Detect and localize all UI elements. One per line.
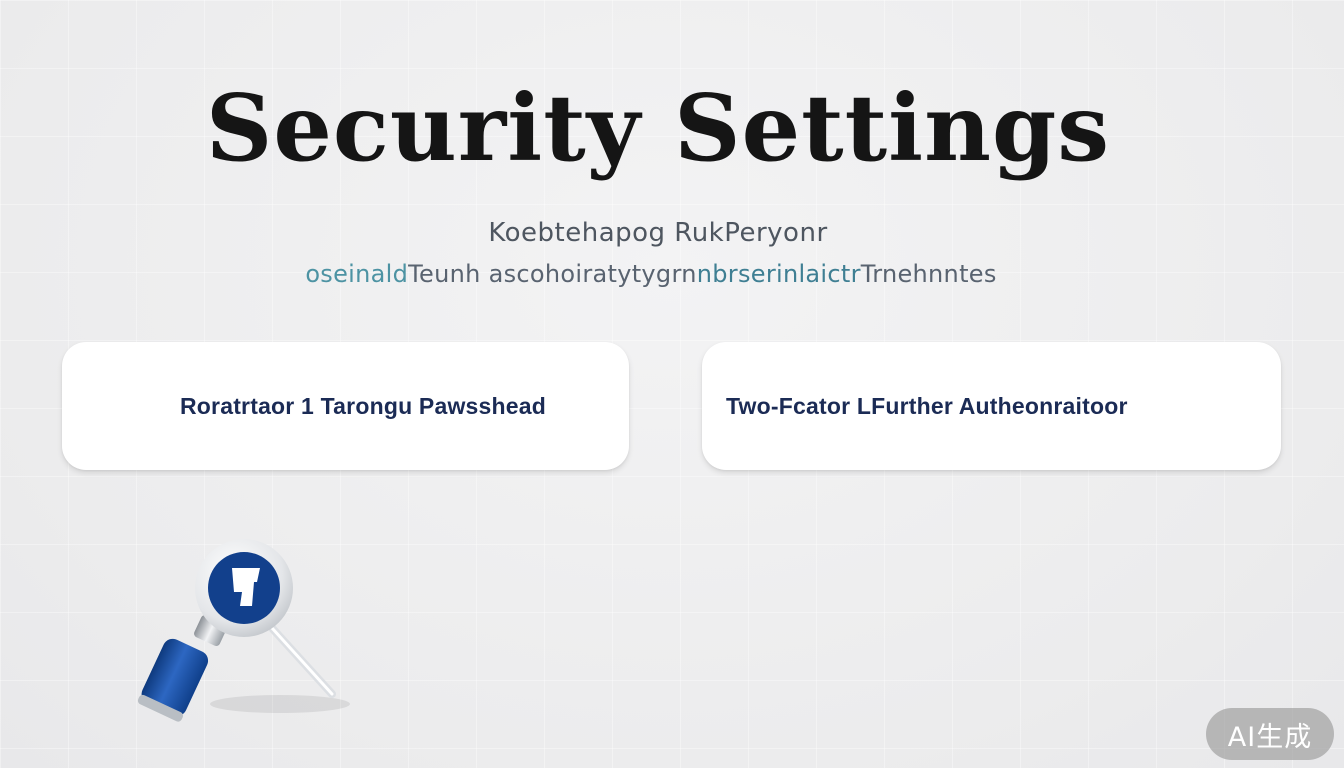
page-subtitle: Koebtehapog RukPeryonr	[488, 218, 828, 248]
page-description: oseinaldTeunh ascohoiratytygrnnbrserinla…	[0, 260, 1302, 288]
password-option-card[interactable]: Roratrtaor 1 Tarongu Pawsshead	[62, 342, 629, 470]
description-part-4: Trnehnntes	[860, 260, 997, 288]
magnifier-icon	[130, 536, 370, 746]
two-factor-option-card[interactable]: Two-Fcator LFurther Autheonraitoor	[702, 342, 1281, 470]
page-title: Security Settings	[205, 74, 1111, 182]
ai-generated-badge: AI生成	[1206, 708, 1334, 760]
description-part-2: Teunh ascohoiratytygrn	[408, 260, 697, 288]
password-option-label: Roratrtaor 1 Tarongu Pawsshead	[180, 392, 546, 419]
two-factor-option-label: Two-Fcator LFurther Autheonraitoor	[726, 392, 1128, 419]
description-part-3: nbrserinlaictr	[696, 260, 861, 288]
description-part-1: oseinald	[305, 260, 409, 288]
